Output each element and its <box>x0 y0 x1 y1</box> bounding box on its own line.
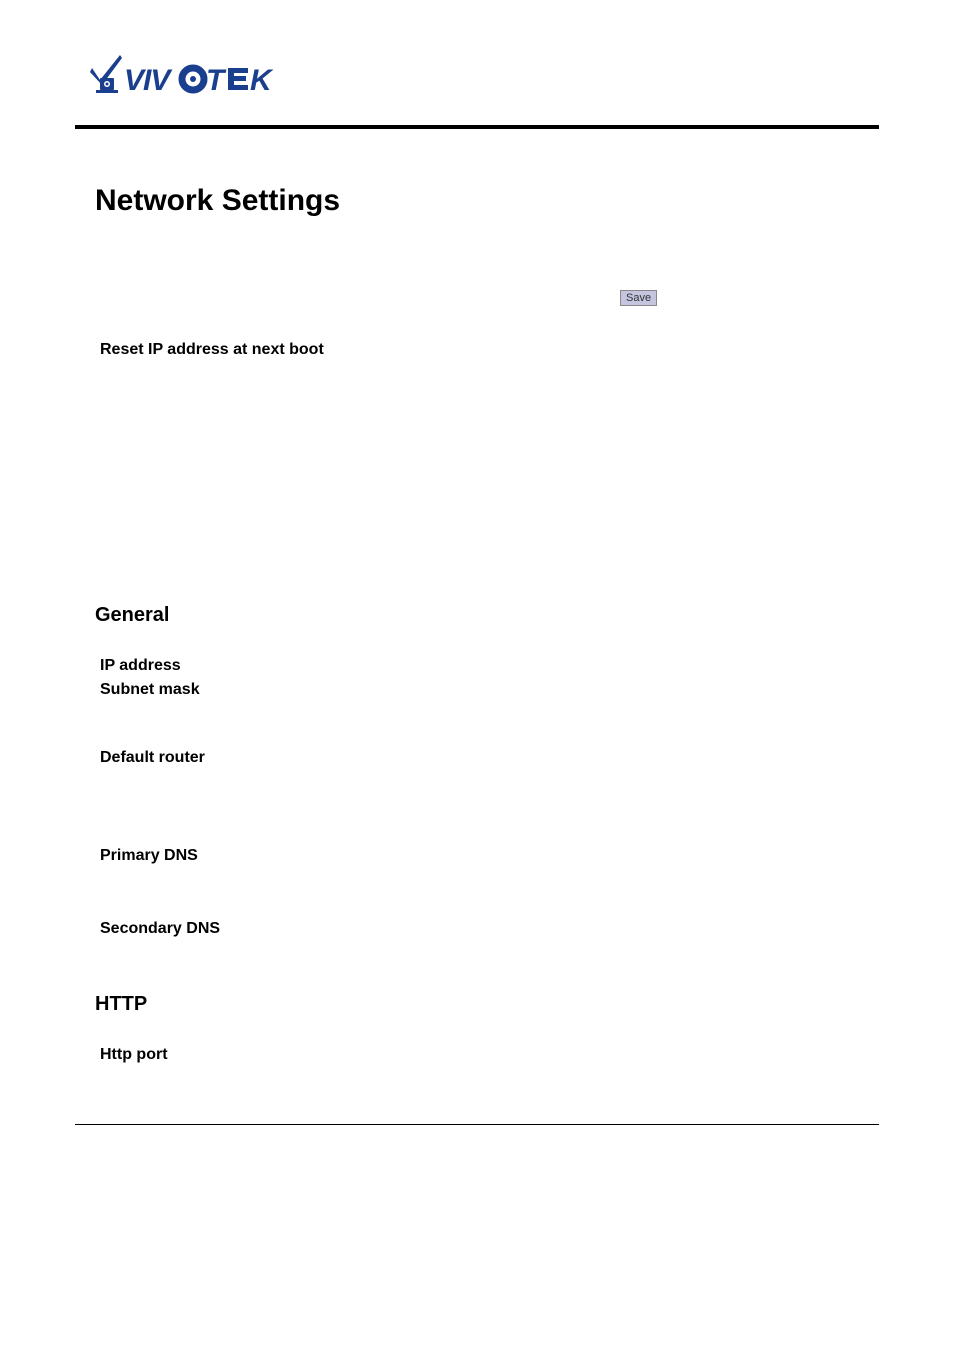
secondary-dns-label: Secondary DNS <box>100 920 869 938</box>
http-port-label: Http port <box>100 1046 869 1064</box>
reset-ip-label: Reset IP address at next boot <box>100 341 869 359</box>
brand-logo: VIV T K <box>90 50 879 110</box>
primary-dns-label: Primary DNS <box>100 847 869 865</box>
section-http: HTTP Http port <box>95 993 869 1064</box>
svg-text:T: T <box>206 64 227 97</box>
default-router-label: Default router <box>100 749 869 767</box>
http-heading: HTTP <box>95 993 869 1016</box>
svg-text:VIV: VIV <box>124 64 173 97</box>
top-divider <box>75 125 879 129</box>
subnet-mask-label: Subnet mask <box>100 681 869 699</box>
general-heading: General <box>95 604 869 627</box>
ip-address-label: IP address <box>100 657 869 675</box>
svg-text:K: K <box>250 64 274 97</box>
page-title: Network Settings <box>95 184 869 218</box>
save-button[interactable]: Save <box>620 290 657 306</box>
bottom-divider <box>75 1124 879 1125</box>
section-general: General IP address Subnet mask Default r… <box>95 604 869 938</box>
